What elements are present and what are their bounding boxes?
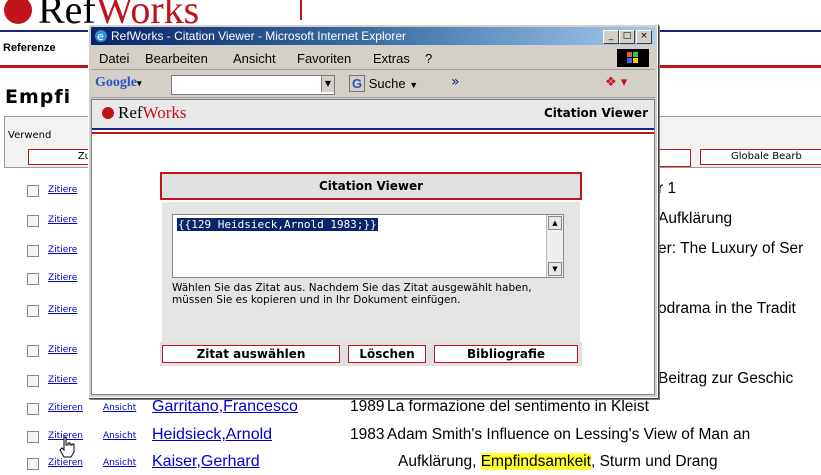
toolbar-button[interactable] xyxy=(654,149,691,167)
citation-viewer-title: Citation Viewer xyxy=(160,172,582,200)
title-text: odrama in the Tradit xyxy=(658,300,796,317)
window-title-bar[interactable]: e RefWorks - Citation Viewer - Microsoft… xyxy=(91,27,655,45)
view-link[interactable]: Ansicht xyxy=(103,403,136,413)
page-title: Empfi xyxy=(5,86,72,108)
cite-link[interactable]: Zitiere xyxy=(48,245,77,255)
cite-link[interactable]: Zitiere xyxy=(48,305,77,315)
refworks-logo-icon xyxy=(4,0,32,24)
title-text: Aufklärung, Empfindsamkeit, Sturm und Dr… xyxy=(398,453,718,471)
google-toolbar: Google▾ ▼ G Suche ▼ » ❖ ▾ xyxy=(91,71,655,98)
title-text: La formazione del sentimento in Kleist xyxy=(387,398,649,415)
author-link[interactable]: Kaiser,Gerhard xyxy=(152,453,260,471)
refworks-header: RefWorks Citation Viewer xyxy=(92,100,654,128)
menu-datei[interactable]: Datei xyxy=(99,51,129,66)
close-button[interactable]: × xyxy=(636,30,652,44)
citation-textarea[interactable]: {{129 Heidsieck,Arnold 1983;}} ▲ ▼ xyxy=(172,214,564,278)
svg-text:e: e xyxy=(97,30,104,43)
google-dropdown-icon[interactable]: ▼ xyxy=(321,76,334,92)
row-checkbox[interactable] xyxy=(27,305,39,317)
google-g-icon: G xyxy=(349,75,366,92)
minimize-button[interactable]: _ xyxy=(603,30,619,44)
author-link[interactable]: Garritano,Francesco xyxy=(152,398,298,416)
search-highlight: Empfindsamkeit xyxy=(480,453,591,470)
google-logo[interactable]: Google▾ xyxy=(95,75,142,91)
page-content: RefWorks Citation Viewer Citation Viewer… xyxy=(91,99,655,395)
row-checkbox[interactable] xyxy=(27,458,39,470)
cite-link[interactable]: Zitiere xyxy=(48,273,77,283)
title-text: Beitrag zur Geschic xyxy=(658,370,794,387)
cite-link[interactable]: Zitiere xyxy=(48,375,77,385)
table-row: Zitieren Ansicht Garritano,Francesco 1989 La… xyxy=(0,398,821,420)
table-row: Zitieren Ansicht Heidsieck,Arnold 1983 Adam … xyxy=(0,426,821,448)
table-row: Zitieren Ansicht Kaiser,Gerhard Aufklärung,… xyxy=(0,453,821,475)
menu-extras[interactable]: Extras xyxy=(373,51,410,66)
scroll-up-icon[interactable]: ▲ xyxy=(548,216,562,230)
header-title: Citation Viewer xyxy=(543,106,648,120)
use-label: Verwend xyxy=(8,130,52,141)
maximize-button[interactable]: □ xyxy=(619,30,635,44)
rw-logo-ref: Ref xyxy=(118,103,143,122)
refworks-logo-icon xyxy=(102,107,114,119)
row-checkbox[interactable] xyxy=(27,245,39,257)
header-rule-navy xyxy=(92,128,654,130)
year-text: 1983 xyxy=(350,426,385,443)
row-checkbox[interactable] xyxy=(27,431,39,443)
scroll-down-icon[interactable]: ▼ xyxy=(548,262,562,276)
header-rule-red xyxy=(92,132,654,134)
year-text: 1989 xyxy=(350,398,385,415)
windows-logo-icon xyxy=(617,49,649,67)
title-text: Aufklärung xyxy=(658,210,733,227)
row-checkbox[interactable] xyxy=(27,273,39,285)
refworks-toolbar-icon[interactable]: ❖ ▾ xyxy=(605,75,627,90)
ie-icon: e xyxy=(95,30,107,43)
menu-favoriten[interactable]: Favoriten xyxy=(297,51,351,66)
author-link[interactable]: Heidsieck,Arnold xyxy=(152,426,272,444)
ie-popup-window: e RefWorks - Citation Viewer - Microsoft… xyxy=(88,24,658,398)
menu-help[interactable]: ? xyxy=(425,51,432,66)
title-text: Adam Smith's Influence on Lessing's View… xyxy=(387,426,751,443)
title-text: r 1 xyxy=(658,180,677,197)
view-link[interactable]: Ansicht xyxy=(103,458,136,468)
google-label: Google xyxy=(95,75,137,90)
menu-bar: Datei Bearbeiten Ansicht Favoriten Extra… xyxy=(91,47,655,70)
global-edit-button[interactable]: Globale Bearb xyxy=(700,149,821,165)
view-link[interactable]: Ansicht xyxy=(103,431,136,441)
bibliography-button[interactable]: Bibliografie xyxy=(434,345,578,363)
cite-link[interactable]: Zitiere xyxy=(48,345,77,355)
menu-ansicht[interactable]: Ansicht xyxy=(233,51,276,66)
menu-bearbeiten[interactable]: Bearbeiten xyxy=(145,51,208,66)
row-checkbox[interactable] xyxy=(27,185,39,197)
citation-text[interactable]: {{129 Heidsieck,Arnold 1983;}} xyxy=(177,218,378,231)
refworks-logo: RefWorks xyxy=(38,0,338,32)
cite-link[interactable]: Zitiere xyxy=(48,215,77,225)
cite-link[interactable]: Zitieren xyxy=(48,403,83,413)
help-text: Wählen Sie das Zitat aus. Nachdem Sie da… xyxy=(172,282,532,306)
google-search-label: Suche xyxy=(368,76,406,91)
row-checkbox[interactable] xyxy=(27,215,39,227)
select-citation-button[interactable]: Zitat auswählen xyxy=(162,345,340,363)
rw-logo-works: Works xyxy=(142,103,187,122)
title-text: er: The Luxury of Ser xyxy=(658,240,804,257)
cite-link[interactable]: Zitieren xyxy=(48,458,83,468)
google-search-input[interactable] xyxy=(171,75,335,95)
delete-button[interactable]: Löschen xyxy=(348,345,426,363)
row-checkbox[interactable] xyxy=(27,375,39,387)
window-title: RefWorks - Citation Viewer - Microsoft I… xyxy=(111,29,406,43)
cite-link[interactable]: Zitiere xyxy=(48,185,77,195)
hand-cursor-icon xyxy=(59,436,75,458)
citation-button-bar: Zitat auswählen Löschen Bibliografie xyxy=(160,342,582,366)
google-search-button[interactable]: G Suche ▼ xyxy=(349,75,418,92)
row-checkbox[interactable] xyxy=(27,403,39,415)
title-suffix: , Sturm und Drang xyxy=(590,453,718,470)
toolbar-more-icon[interactable]: » xyxy=(451,74,460,90)
title-prefix: Aufklärung, xyxy=(398,453,481,470)
logo-divider xyxy=(300,0,302,20)
row-checkbox[interactable] xyxy=(27,345,39,357)
refworks-logo: RefWorks xyxy=(118,103,187,123)
textarea-scrollbar[interactable]: ▲ ▼ xyxy=(546,215,563,277)
references-menu-label[interactable]: Referenze xyxy=(3,42,56,54)
citation-viewer-panel: {{129 Heidsieck,Arnold 1983;}} ▲ ▼ Wähle… xyxy=(162,202,580,352)
